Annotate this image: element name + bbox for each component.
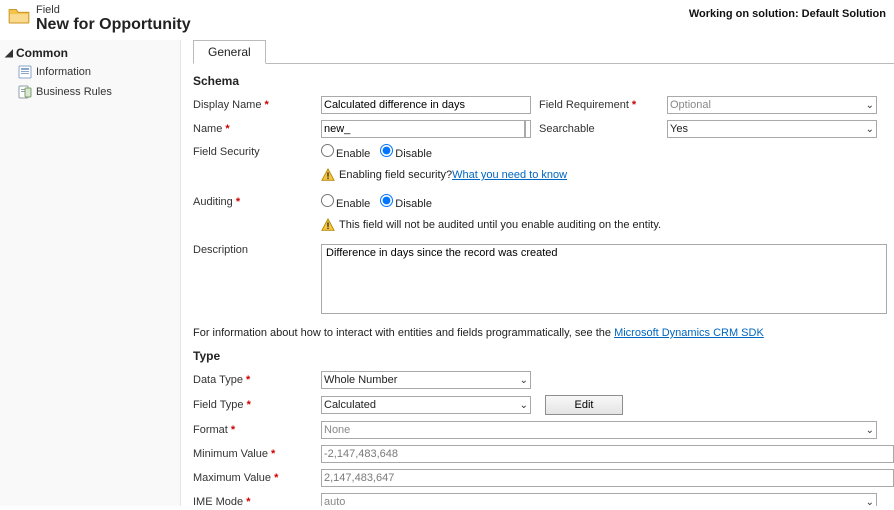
caret-down-icon: ◢: [4, 48, 14, 59]
link-crm-sdk[interactable]: Microsoft Dynamics CRM SDK: [614, 327, 764, 339]
input-description[interactable]: [321, 244, 887, 314]
schema-form: Display Name Field Requirement Optional …: [193, 96, 894, 317]
label-name: Name: [193, 123, 313, 135]
sidebar-item-label: Business Rules: [36, 86, 112, 98]
label-display-name: Display Name: [193, 99, 313, 111]
select-data-type[interactable]: Whole Number ⌄: [321, 371, 531, 389]
label-ime-mode: IME Mode: [193, 496, 313, 506]
solution-info: Working on solution: Default Solution: [689, 8, 886, 20]
rules-icon: [18, 85, 32, 99]
warning-icon: [321, 218, 335, 232]
label-data-type: Data Type: [193, 374, 313, 386]
select-field-requirement[interactable]: Optional ⌄: [667, 96, 877, 114]
sidebar-item-information[interactable]: Information: [0, 62, 180, 82]
select-ime-mode[interactable]: auto ⌄: [321, 493, 877, 506]
radio-group-field-security: Enable Disable: [321, 144, 877, 160]
chevron-down-icon: ⌄: [866, 425, 874, 436]
radio-aud-enable[interactable]: [321, 194, 334, 207]
label-format: Format: [193, 424, 313, 436]
input-max-value[interactable]: [321, 469, 894, 487]
info-page-icon: [18, 65, 32, 79]
input-name-prefix: [321, 120, 525, 138]
sidebar-item-business-rules[interactable]: Business Rules: [0, 82, 180, 102]
input-min-value[interactable]: [321, 445, 894, 463]
select-field-type[interactable]: Calculated ⌄: [321, 396, 531, 414]
schema-heading: Schema: [193, 74, 894, 88]
label-max-value: Maximum Value: [193, 472, 313, 484]
label-auditing: Auditing: [193, 196, 313, 208]
label-description: Description: [193, 244, 313, 256]
warning-auditing: This field will not be audited until you…: [321, 218, 877, 232]
chevron-down-icon: ⌄: [520, 375, 528, 386]
label-field-requirement: Field Requirement: [539, 99, 659, 111]
page-title: New for Opportunity: [36, 16, 191, 34]
sidebar-group-common[interactable]: ◢ Common: [0, 44, 180, 62]
type-form: Data Type Whole Number ⌄ Field Type Calc…: [193, 371, 894, 506]
sidebar-item-label: Information: [36, 66, 91, 78]
warning-field-security: Enabling field security? What you need t…: [321, 168, 877, 182]
edit-button[interactable]: Edit: [545, 395, 623, 415]
radio-fs-enable[interactable]: [321, 144, 334, 157]
radio-fs-disable[interactable]: [380, 144, 393, 157]
radio-aud-disable[interactable]: [380, 194, 393, 207]
label-searchable: Searchable: [539, 123, 659, 135]
page-header: Field New for Opportunity Working on sol…: [0, 0, 894, 40]
tab-strip: General: [193, 40, 894, 64]
folder-icon: [8, 6, 30, 24]
entity-type-label: Field: [36, 4, 191, 16]
content-pane: General Schema Display Name Field Requir…: [181, 40, 894, 506]
radio-group-auditing: Enable Disable: [321, 194, 877, 210]
chevron-down-icon: ⌄: [866, 124, 874, 135]
sdk-info-line: For information about how to interact wi…: [193, 327, 894, 339]
select-searchable[interactable]: Yes ⌄: [667, 120, 877, 138]
chevron-down-icon: ⌄: [520, 400, 528, 411]
chevron-down-icon: ⌄: [866, 100, 874, 111]
select-format[interactable]: None ⌄: [321, 421, 877, 439]
warning-icon: [321, 168, 335, 182]
input-name-group: [321, 120, 531, 138]
chevron-down-icon: ⌄: [866, 497, 874, 507]
label-field-security: Field Security: [193, 146, 313, 158]
label-field-type: Field Type: [193, 399, 313, 411]
type-heading: Type: [193, 349, 894, 363]
label-min-value: Minimum Value: [193, 448, 313, 460]
link-field-security-info[interactable]: What you need to know: [452, 169, 567, 181]
tab-general[interactable]: General: [193, 40, 266, 64]
input-display-name[interactable]: [321, 96, 531, 114]
sidebar: ◢ Common Information Business Rules: [0, 40, 181, 506]
input-name[interactable]: [525, 120, 531, 138]
